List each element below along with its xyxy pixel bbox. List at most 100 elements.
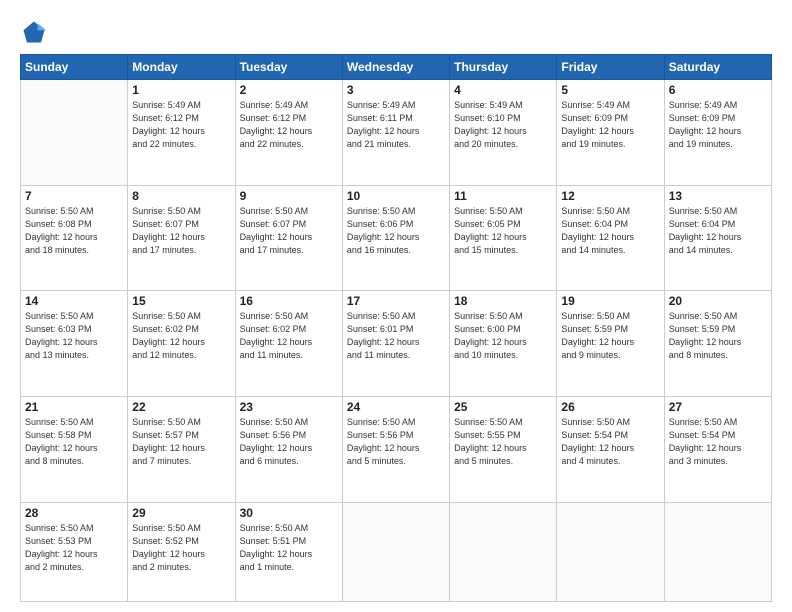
day-info: Sunrise: 5:50 AM Sunset: 5:56 PM Dayligh… [347, 416, 445, 468]
day-info: Sunrise: 5:50 AM Sunset: 6:05 PM Dayligh… [454, 205, 552, 257]
day-info: Sunrise: 5:50 AM Sunset: 5:54 PM Dayligh… [561, 416, 659, 468]
day-number: 16 [240, 294, 338, 308]
day-number: 9 [240, 189, 338, 203]
calendar-cell: 18 Sunrise: 5:50 AM Sunset: 6:00 PM Dayli… [450, 291, 557, 397]
day-info: Sunrise: 5:50 AM Sunset: 5:52 PM Dayligh… [132, 522, 230, 574]
day-number: 10 [347, 189, 445, 203]
day-number: 22 [132, 400, 230, 414]
day-info: Sunrise: 5:49 AM Sunset: 6:11 PM Dayligh… [347, 99, 445, 151]
day-number: 5 [561, 83, 659, 97]
day-number: 14 [25, 294, 123, 308]
calendar-cell: 29 Sunrise: 5:50 AM Sunset: 5:52 PM Dayli… [128, 502, 235, 601]
day-info: Sunrise: 5:49 AM Sunset: 6:12 PM Dayligh… [240, 99, 338, 151]
page: SundayMondayTuesdayWednesdayThursdayFrid… [0, 0, 792, 612]
logo-icon [20, 18, 48, 46]
day-info: Sunrise: 5:49 AM Sunset: 6:10 PM Dayligh… [454, 99, 552, 151]
day-info: Sunrise: 5:50 AM Sunset: 6:06 PM Dayligh… [347, 205, 445, 257]
day-number: 29 [132, 506, 230, 520]
day-number: 25 [454, 400, 552, 414]
day-number: 15 [132, 294, 230, 308]
day-number: 6 [669, 83, 767, 97]
day-number: 12 [561, 189, 659, 203]
calendar-cell: 3 Sunrise: 5:49 AM Sunset: 6:11 PM Daylig… [342, 80, 449, 186]
calendar-cell: 14 Sunrise: 5:50 AM Sunset: 6:03 PM Dayli… [21, 291, 128, 397]
calendar-cell: 11 Sunrise: 5:50 AM Sunset: 6:05 PM Dayli… [450, 185, 557, 291]
day-number: 26 [561, 400, 659, 414]
calendar-table: SundayMondayTuesdayWednesdayThursdayFrid… [20, 54, 772, 602]
day-info: Sunrise: 5:50 AM Sunset: 6:04 PM Dayligh… [561, 205, 659, 257]
day-info: Sunrise: 5:50 AM Sunset: 6:01 PM Dayligh… [347, 310, 445, 362]
calendar-cell [21, 80, 128, 186]
day-info: Sunrise: 5:49 AM Sunset: 6:09 PM Dayligh… [669, 99, 767, 151]
calendar-cell [664, 502, 771, 601]
day-number: 1 [132, 83, 230, 97]
calendar-cell: 4 Sunrise: 5:49 AM Sunset: 6:10 PM Daylig… [450, 80, 557, 186]
calendar-cell: 25 Sunrise: 5:50 AM Sunset: 5:55 PM Dayli… [450, 396, 557, 502]
day-number: 3 [347, 83, 445, 97]
calendar-cell [450, 502, 557, 601]
calendar-week-4: 21Sunrise: 5:50 AM Sunset: 5:58 PM Dayli… [21, 396, 772, 502]
day-info: Sunrise: 5:50 AM Sunset: 5:59 PM Dayligh… [669, 310, 767, 362]
day-info: Sunrise: 5:50 AM Sunset: 5:59 PM Dayligh… [561, 310, 659, 362]
day-info: Sunrise: 5:50 AM Sunset: 5:56 PM Dayligh… [240, 416, 338, 468]
day-header-saturday: Saturday [664, 55, 771, 80]
day-header-friday: Friday [557, 55, 664, 80]
day-number: 8 [132, 189, 230, 203]
day-info: Sunrise: 5:50 AM Sunset: 5:51 PM Dayligh… [240, 522, 338, 574]
day-info: Sunrise: 5:50 AM Sunset: 6:02 PM Dayligh… [132, 310, 230, 362]
day-info: Sunrise: 5:50 AM Sunset: 5:53 PM Dayligh… [25, 522, 123, 574]
day-info: Sunrise: 5:50 AM Sunset: 6:00 PM Dayligh… [454, 310, 552, 362]
day-number: 11 [454, 189, 552, 203]
calendar-cell: 26 Sunrise: 5:50 AM Sunset: 5:54 PM Dayli… [557, 396, 664, 502]
day-number: 13 [669, 189, 767, 203]
day-number: 28 [25, 506, 123, 520]
day-number: 24 [347, 400, 445, 414]
calendar-week-2: 7 Sunrise: 5:50 AM Sunset: 6:08 PM Daylig… [21, 185, 772, 291]
day-number: 18 [454, 294, 552, 308]
day-number: 17 [347, 294, 445, 308]
day-info: Sunrise: 5:49 AM Sunset: 6:12 PM Dayligh… [132, 99, 230, 151]
day-header-monday: Monday [128, 55, 235, 80]
calendar-cell: 10 Sunrise: 5:50 AM Sunset: 6:06 PM Dayli… [342, 185, 449, 291]
day-info: Sunrise: 5:50 AM Sunset: 6:04 PM Dayligh… [669, 205, 767, 257]
day-number: 7 [25, 189, 123, 203]
day-number: 20 [669, 294, 767, 308]
day-number: 27 [669, 400, 767, 414]
day-info: Sunrise: 5:50 AM Sunset: 5:57 PM Dayligh… [132, 416, 230, 468]
calendar-cell: 21Sunrise: 5:50 AM Sunset: 5:58 PM Dayli… [21, 396, 128, 502]
day-info: Sunrise: 5:50 AM Sunset: 6:07 PM Dayligh… [240, 205, 338, 257]
calendar-week-3: 14 Sunrise: 5:50 AM Sunset: 6:03 PM Dayli… [21, 291, 772, 397]
day-number: 30 [240, 506, 338, 520]
calendar-week-5: 28 Sunrise: 5:50 AM Sunset: 5:53 PM Dayli… [21, 502, 772, 601]
calendar-header-row: SundayMondayTuesdayWednesdayThursdayFrid… [21, 55, 772, 80]
calendar-cell: 1 Sunrise: 5:49 AM Sunset: 6:12 PM Daylig… [128, 80, 235, 186]
day-header-thursday: Thursday [450, 55, 557, 80]
calendar-cell: 9 Sunrise: 5:50 AM Sunset: 6:07 PM Daylig… [235, 185, 342, 291]
day-info: Sunrise: 5:50 AM Sunset: 5:58 PM Dayligh… [25, 416, 123, 468]
day-info: Sunrise: 5:50 AM Sunset: 5:55 PM Dayligh… [454, 416, 552, 468]
calendar-cell [557, 502, 664, 601]
calendar-cell: 20 Sunrise: 5:50 AM Sunset: 5:59 PM Dayli… [664, 291, 771, 397]
day-info: Sunrise: 5:50 AM Sunset: 6:08 PM Dayligh… [25, 205, 123, 257]
calendar-week-1: 1 Sunrise: 5:49 AM Sunset: 6:12 PM Daylig… [21, 80, 772, 186]
calendar-cell: 23Sunrise: 5:50 AM Sunset: 5:56 PM Dayli… [235, 396, 342, 502]
calendar-cell: 27 Sunrise: 5:50 AM Sunset: 5:54 PM Dayli… [664, 396, 771, 502]
calendar-cell: 30 Sunrise: 5:50 AM Sunset: 5:51 PM Dayli… [235, 502, 342, 601]
day-number: 4 [454, 83, 552, 97]
day-info: Sunrise: 5:50 AM Sunset: 5:54 PM Dayligh… [669, 416, 767, 468]
logo [20, 18, 52, 46]
calendar-cell: 6 Sunrise: 5:49 AM Sunset: 6:09 PM Daylig… [664, 80, 771, 186]
day-header-sunday: Sunday [21, 55, 128, 80]
calendar-cell: 5 Sunrise: 5:49 AM Sunset: 6:09 PM Daylig… [557, 80, 664, 186]
calendar-cell: 16 Sunrise: 5:50 AM Sunset: 6:02 PM Dayli… [235, 291, 342, 397]
calendar-cell: 7 Sunrise: 5:50 AM Sunset: 6:08 PM Daylig… [21, 185, 128, 291]
calendar-cell: 19Sunrise: 5:50 AM Sunset: 5:59 PM Dayli… [557, 291, 664, 397]
calendar-cell: 15 Sunrise: 5:50 AM Sunset: 6:02 PM Dayli… [128, 291, 235, 397]
day-info: Sunrise: 5:50 AM Sunset: 6:03 PM Dayligh… [25, 310, 123, 362]
header [20, 18, 772, 46]
calendar-cell: 13 Sunrise: 5:50 AM Sunset: 6:04 PM Dayli… [664, 185, 771, 291]
day-info: Sunrise: 5:49 AM Sunset: 6:09 PM Dayligh… [561, 99, 659, 151]
day-info: Sunrise: 5:50 AM Sunset: 6:02 PM Dayligh… [240, 310, 338, 362]
day-number: 2 [240, 83, 338, 97]
calendar-cell: 24 Sunrise: 5:50 AM Sunset: 5:56 PM Dayli… [342, 396, 449, 502]
